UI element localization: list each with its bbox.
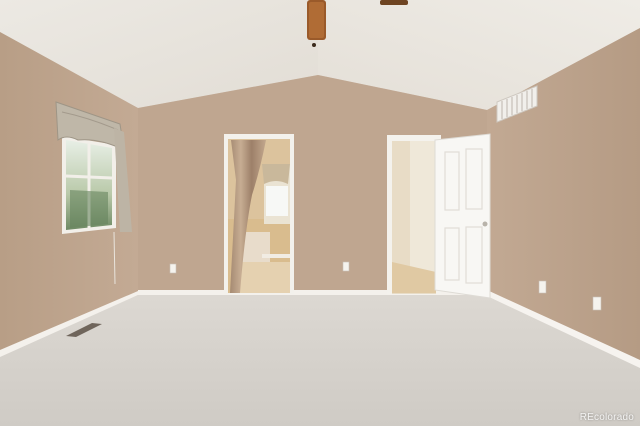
closet-doorway [387,135,441,294]
watermark: REcolorado [579,412,634,423]
window [62,136,116,234]
fan-blade [380,0,408,5]
open-door [434,133,491,299]
empty-bedroom-photo: REcolorado [0,0,640,426]
outlet-right-wall-2 [592,296,602,311]
outlet-back-left [169,263,177,274]
outlet-back-right [342,261,350,272]
room-illustration [0,0,640,426]
outlet-right-wall [538,280,547,294]
door-knob [482,221,488,227]
